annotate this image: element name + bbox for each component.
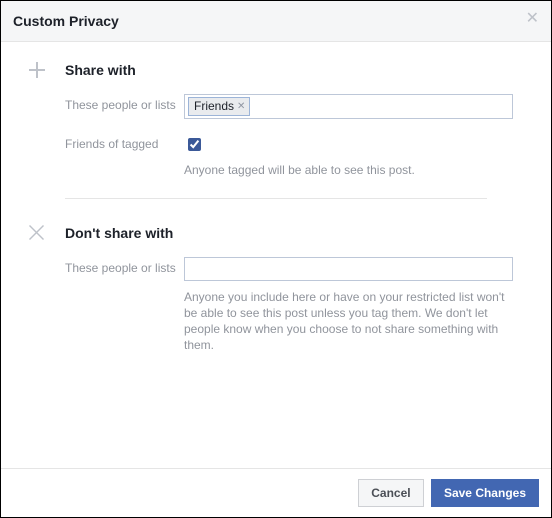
x-icon [29, 225, 53, 241]
share-with-input[interactable]: Friends ✕ [184, 94, 513, 119]
dialog-footer: Cancel Save Changes [1, 468, 551, 517]
dont-share-input[interactable] [184, 257, 513, 281]
dont-share-header: Don't share with [29, 225, 523, 241]
share-people-label: These people or lists [29, 94, 184, 119]
dialog-title: Custom Privacy [13, 13, 119, 29]
cancel-button[interactable]: Cancel [358, 479, 423, 507]
plus-icon [29, 62, 53, 78]
section-divider [65, 198, 487, 199]
audience-token[interactable]: Friends ✕ [188, 97, 250, 116]
token-remove-icon[interactable]: ✕ [237, 99, 245, 114]
dont-share-people-label: These people or lists [29, 257, 184, 353]
share-with-header: Share with [29, 62, 523, 78]
friends-of-tagged-checkbox[interactable] [188, 138, 201, 151]
dont-share-title: Don't share with [65, 225, 173, 241]
share-with-title: Share with [65, 62, 136, 78]
share-with-helper: Anyone tagged will be able to see this p… [184, 162, 513, 178]
dont-share-helper: Anyone you include here or have on your … [184, 289, 513, 353]
save-button[interactable]: Save Changes [431, 479, 539, 507]
audience-token-label: Friends [194, 99, 234, 114]
friends-of-tagged-label: Friends of tagged [29, 133, 184, 178]
close-icon[interactable]: ✕ [526, 11, 539, 27]
dialog-header: Custom Privacy ✕ [1, 1, 551, 42]
dialog-body: Share with These people or lists Friends… [1, 42, 551, 377]
